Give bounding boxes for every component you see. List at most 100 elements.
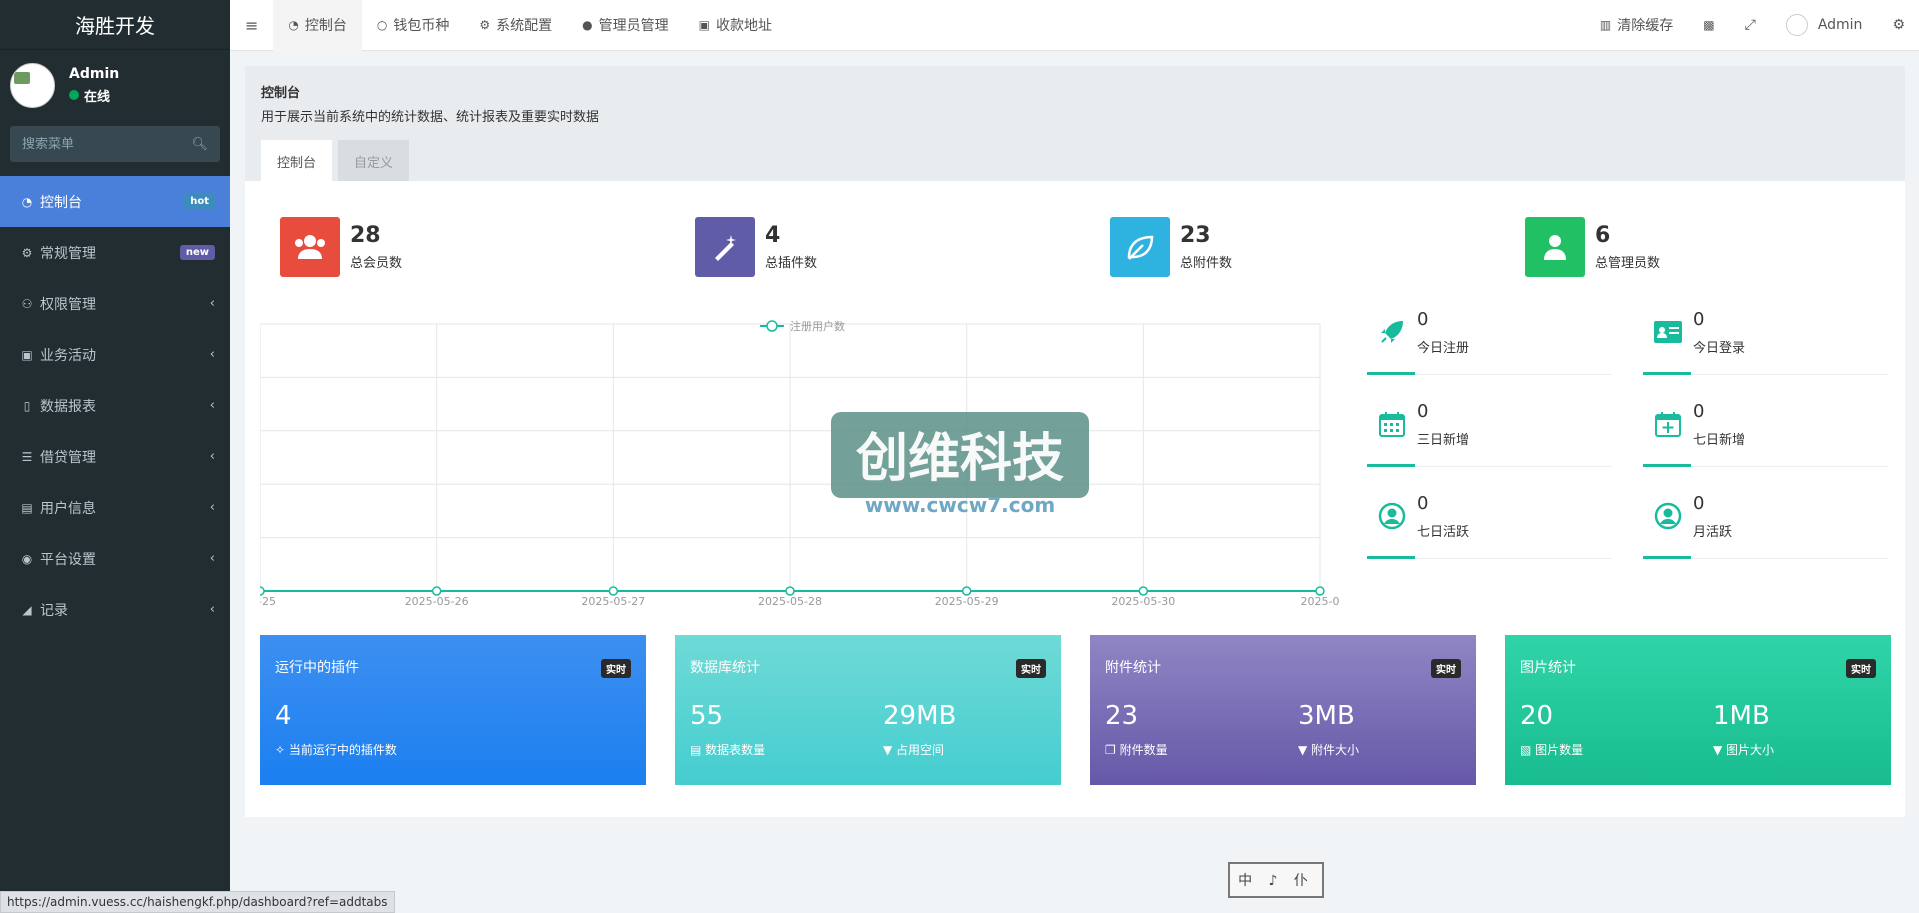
clear-cache-label: 清除缓存 — [1617, 18, 1674, 34]
cog-icon: ⚙ — [479, 18, 491, 32]
sidebar-item-loans[interactable]: ☰ 借贷管理 ‹ — [0, 431, 230, 482]
clear-cache-button[interactable]: ▥ 清除缓存 — [1585, 0, 1688, 51]
fullscreen-button[interactable]: ⤢ — [1730, 0, 1771, 51]
image-icon: ▧ — [1520, 743, 1536, 757]
chevron-left-icon: ‹ — [209, 296, 215, 311]
watermark-logo: 创维科技 www.cwcw7.com — [831, 412, 1089, 516]
leaf-icon — [1110, 217, 1170, 277]
card-sub-label: 占用空间 — [896, 743, 945, 757]
card-sub: ▼ 占用空间 — [883, 741, 956, 758]
tab-payment-address[interactable]: ▣ 收款地址 — [684, 0, 787, 51]
stat-attachments: 23 总附件数 — [1110, 217, 1232, 277]
stat-label: 总管理员数 — [1595, 256, 1661, 271]
tab-admin-management[interactable]: ● 管理员管理 — [567, 0, 683, 51]
tab-system-config[interactable]: ⚙ 系统配置 — [464, 0, 567, 51]
stat-plugins: 4 总插件数 — [695, 217, 817, 277]
mini-stat-seven-day-active: 0 七日活跃 — [1367, 489, 1612, 559]
user-icon — [1525, 217, 1585, 277]
chart-tick-label: 2025-05-27 — [581, 595, 645, 606]
sidebar-item-general[interactable]: ⚙ 常规管理 new — [0, 227, 230, 278]
sidebar-item-reports[interactable]: ▯ 数据报表 ‹ — [0, 380, 230, 431]
menu-search: 🔍︎ — [10, 126, 220, 162]
mini-stat-today-register: 0 今日注册 — [1367, 305, 1612, 375]
mini-stat-underline — [1643, 372, 1691, 375]
magic-icon — [695, 217, 755, 277]
sidebar-item-label: 常规管理 — [40, 245, 96, 262]
vcard-icon — [1653, 317, 1683, 347]
chart-point — [431, 586, 442, 596]
card-images: 图片统计 实时 20 ▧ 图片数量 1MB ▼ 图片大小 — [1505, 635, 1891, 785]
translate-icon: ▩ — [1703, 18, 1715, 32]
chevron-left-icon: ‹ — [209, 449, 215, 464]
card-sub: ❐ 附件数量 — [1105, 741, 1168, 758]
chart-tick-label: 2025-05-29 — [935, 595, 999, 606]
language-button[interactable]: ▩ — [1688, 0, 1729, 51]
card-value: 55 — [690, 701, 724, 731]
chart-tick-label: 2025-0 — [1301, 595, 1340, 606]
stat-label: 总附件数 — [1180, 256, 1233, 271]
admin-menu[interactable]: Admin — [1771, 0, 1878, 51]
sidebar-toggle-button[interactable]: ≡ — [230, 0, 273, 51]
user-circle-icon — [1653, 501, 1683, 531]
chevron-left-icon: ‹ — [209, 551, 215, 566]
files-icon: ❐ — [1105, 743, 1120, 757]
mini-stat-value: 0 — [1417, 309, 1429, 330]
sidebar-item-records[interactable]: ◢ 记录 ‹ — [0, 584, 230, 635]
card-title: 图片统计 — [1520, 660, 1576, 676]
chevron-left-icon: ‹ — [209, 398, 215, 413]
admin-name: Admin — [1817, 17, 1863, 33]
card-sub-label: 图片大小 — [1726, 743, 1775, 757]
mini-stat-today-login: 0 今日登录 — [1643, 305, 1888, 375]
card-value: 23 — [1105, 701, 1139, 731]
registered-users-chart[interactable]: 05-25 2025-05-26 2025-05-27 2025-05-28 2025-… — [260, 316, 1350, 606]
avatar — [10, 62, 55, 108]
mini-stat-label: 七日活跃 — [1417, 525, 1470, 540]
magic-icon: ✧ — [275, 743, 289, 757]
sidebar-item-label: 权限管理 — [40, 296, 96, 313]
dashboard-icon: ◔ — [288, 18, 299, 32]
top-navbar: ≡ ◔ 控制台 ○ 钱包币种 ⚙ 系统配置 ● 管理员管理 ▣ 收款地址 ▥ 清除缓存 ▩ … — [230, 0, 1919, 51]
card-sub-label: 数据表数量 — [705, 743, 766, 757]
mini-stat-underline — [1643, 464, 1691, 467]
card-sub-label: 当前运行中的插件数 — [288, 743, 397, 757]
cogs-icon: ⚙ — [21, 245, 33, 260]
mini-stat-value: 0 — [1417, 401, 1429, 422]
tab-custom[interactable]: 自定义 — [338, 140, 410, 182]
sidebar-item-business[interactable]: ▣ 业务活动 ‹ — [0, 329, 230, 380]
card-title: 附件统计 — [1105, 660, 1161, 676]
stat-admins: 6 总管理员数 — [1525, 217, 1660, 277]
menu-search-input[interactable] — [22, 136, 182, 152]
sidebar-item-platform[interactable]: ◉ 平台设置 ‹ — [0, 533, 230, 584]
app-logo[interactable]: 海胜开发 — [0, 0, 230, 50]
status-bar-url: https://admin.vuess.cc/haishengkf.php/da… — [0, 891, 395, 913]
bottom-stamp: 中 ♪ 仆 — [1228, 862, 1324, 898]
mini-stat-three-day-new: 0 三日新增 — [1367, 397, 1612, 467]
user-name: Admin — [69, 65, 120, 82]
cogs-icon: ⚙ — [1892, 17, 1905, 33]
sidebar-item-users[interactable]: ▤ 用户信息 ‹ — [0, 482, 230, 533]
sidebar-item-dashboard[interactable]: ◔ 控制台 hot — [0, 176, 230, 227]
tab-console[interactable]: 控制台 — [261, 140, 333, 182]
card-sub: ▼ 附件大小 — [1298, 741, 1359, 758]
chart-tick-label: 2025-05-26 — [405, 595, 469, 606]
card-sub: ▼ 图片大小 — [1713, 741, 1774, 758]
tab-dashboard[interactable]: ◔ 控制台 — [273, 0, 362, 51]
settings-button[interactable]: ⚙ — [1877, 0, 1919, 51]
sidebar-item-auth[interactable]: ⚇ 权限管理 ‹ — [0, 278, 230, 329]
mini-stat-label: 三日新增 — [1417, 433, 1470, 448]
user-icon: ● — [582, 18, 593, 32]
search-icon[interactable]: 🔍︎ — [191, 137, 208, 152]
page-title: 控制台 — [261, 86, 301, 101]
sidebar-item-label: 业务活动 — [40, 347, 96, 364]
chart-tick-label: 05-25 — [260, 595, 276, 606]
mini-stat-label: 今日登录 — [1693, 341, 1746, 356]
chart-point — [260, 586, 265, 596]
online-dot-icon — [69, 90, 79, 100]
tab-label: 收款地址 — [715, 18, 772, 34]
tab-wallet-currency[interactable]: ○ 钱包币种 — [362, 0, 464, 51]
card-sub: ▤ 数据表数量 — [690, 741, 765, 758]
card-value: 29MB — [883, 701, 957, 731]
new-badge: new — [179, 245, 215, 260]
sidebar-item-label: 数据报表 — [40, 398, 96, 415]
tab-label: 管理员管理 — [598, 18, 669, 34]
